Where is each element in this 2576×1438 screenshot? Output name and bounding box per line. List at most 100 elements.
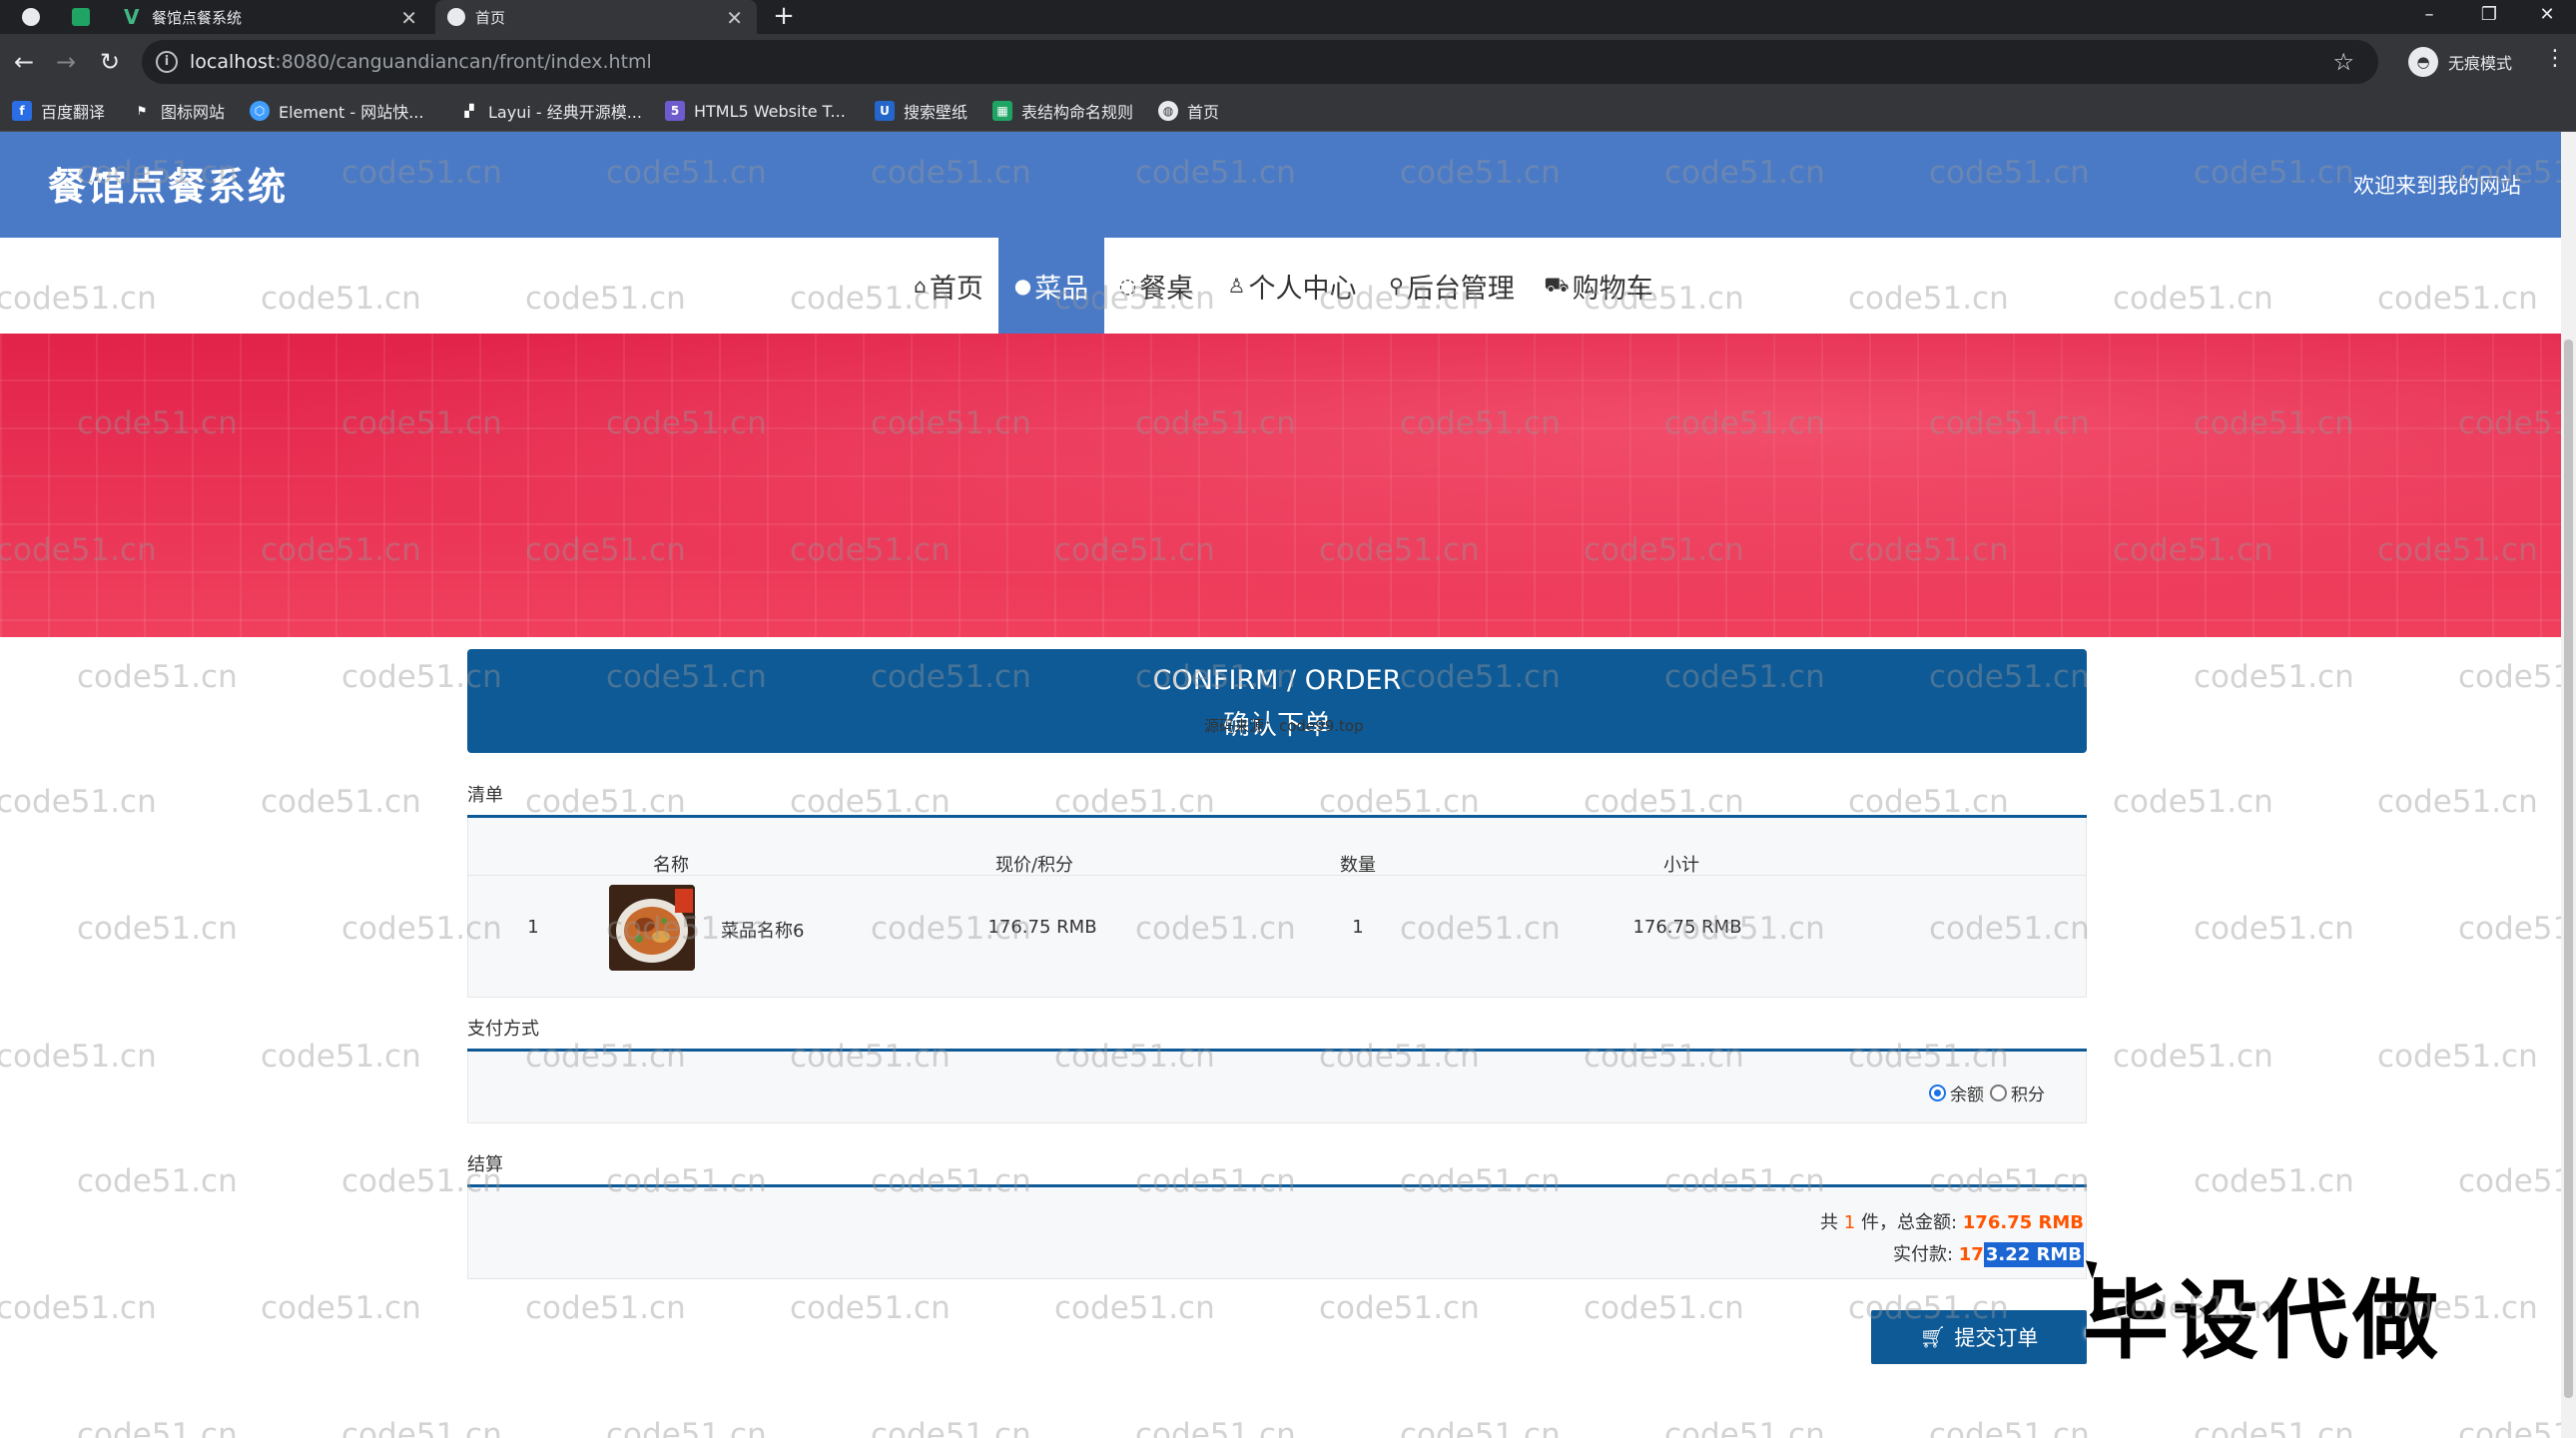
bookmark-table-naming[interactable]: ▦ 表结构命名规则 (992, 96, 1133, 126)
watermark-text: code51.cn (0, 784, 157, 821)
watermark-text: code51.cn (1135, 1417, 1296, 1438)
hero-banner (0, 334, 2561, 637)
payment-panel (467, 1052, 2087, 1123)
summary-count: 1 (1843, 1212, 1856, 1233)
watermark-text: code51.cn (525, 1289, 686, 1326)
layui-icon: ▞ (464, 104, 474, 118)
watermark-text: code51.cn (341, 1417, 502, 1438)
watermark-text: code51.cn (261, 784, 421, 821)
browser-menu-icon[interactable]: ⋮ (2544, 46, 2566, 71)
bookmark-label: 表结构命名规则 (1021, 103, 1134, 122)
watermark-text: code51.cn (871, 1417, 1031, 1438)
watermark-text: code51.cn (2194, 911, 2354, 948)
restore-button[interactable]: ❐ (2464, 0, 2514, 34)
window-close-button[interactable]: ✕ (2522, 0, 2572, 34)
bookmark-star-icon[interactable]: ☆ (2332, 48, 2354, 76)
bookmark-label: HTML5 Website T... (694, 101, 846, 121)
element-icon: ⬡ (250, 101, 270, 121)
bookmark-label: 搜索壁纸 (904, 103, 968, 122)
radio-points[interactable] (1990, 1084, 2007, 1101)
payment-section-label: 支付方式 (467, 1019, 539, 1040)
col-header-price: 现价/积分 (994, 855, 1074, 876)
cart-icon: ⛟ (1544, 272, 1570, 297)
dish-thumbnail[interactable] (609, 885, 695, 971)
bookmark-layui[interactable]: ▞ Layui - 经典开源模... (459, 96, 642, 126)
paid-amount-selected: 3.22 RMB (1983, 1242, 2084, 1267)
address-bar[interactable]: i localhost :8080/canguandiancan/front/i… (142, 40, 2378, 84)
row-index: 1 (527, 917, 539, 938)
back-arrow-icon[interactable]: ← (8, 46, 40, 78)
scrollbar-thumb[interactable] (2564, 340, 2573, 1398)
close-icon[interactable]: ✕ (726, 6, 743, 30)
wallpaper-icon: U (875, 101, 895, 121)
payment-options: 余额 积分 (1929, 1080, 2045, 1105)
watermark-text: code51.cn (2194, 1417, 2354, 1438)
watermark-text: code51.cn (1319, 1289, 1480, 1326)
user-icon: ♙ (1227, 274, 1246, 298)
dish-price: 176.75 RMB (987, 917, 1097, 938)
watermark-text: code51.cn (1584, 1289, 1744, 1326)
watermark-text: code51.cn (77, 659, 238, 695)
tab-canguan[interactable]: V 餐馆点餐系统 ✕ (112, 0, 431, 34)
radio-balance-label: 余额 (1950, 1085, 1984, 1105)
tab-title: 首页 (475, 8, 506, 27)
settle-section-label: 结算 (467, 1154, 503, 1175)
close-icon[interactable]: ✕ (400, 6, 417, 30)
nav-tables[interactable]: ◌ 餐桌 (1108, 238, 1204, 334)
bookmark-wallpaper[interactable]: U 搜索壁纸 (875, 96, 967, 126)
forward-arrow-icon[interactable]: → (50, 46, 82, 78)
incognito-icon: ◓ (2408, 47, 2438, 77)
link-icon: ⚲ (1389, 274, 1404, 298)
watermark-text: code51.cn (0, 1289, 157, 1326)
col-header-qty: 数量 (1340, 855, 1376, 876)
dish-name[interactable]: 菜品名称6 (721, 917, 821, 943)
tab-chrome[interactable] (10, 0, 50, 34)
watermark-text: code51.cn (2113, 784, 2273, 821)
bookmark-icon-site[interactable]: ⚑ 图标网站 (132, 96, 225, 126)
nav-label: 后台管理 (1406, 273, 1515, 305)
bookmark-html5[interactable]: 5 HTML5 Website T... (665, 96, 846, 126)
ad-overlay-text: 毕设代做 (2083, 1271, 2442, 1371)
watermark-text: code51.cn (606, 1417, 767, 1438)
summary-total-amount: 176.75 RMB (1962, 1212, 2084, 1233)
bookmark-element[interactable]: ⬡ Element - 网站快... (250, 96, 423, 126)
radio-balance[interactable] (1929, 1084, 1946, 1101)
main-nav: ⌂ 首页 ● 菜品 ◌ 餐桌 ♙ 个人中心 ⚲ 后台管理 ⛟ 购物车 (0, 238, 2561, 334)
nav-admin[interactable]: ⚲ 后台管理 (1380, 238, 1524, 334)
globe-icon (447, 8, 465, 26)
submit-order-button[interactable]: 🛒︎ 提交订单 (1871, 1310, 2087, 1364)
bookmark-baidu-translate[interactable]: f 百度翻译 (12, 96, 105, 126)
nav-dishes[interactable]: ● 菜品 (998, 238, 1104, 334)
radio-points-label: 积分 (2011, 1085, 2045, 1105)
dish-icon: ● (1013, 274, 1032, 298)
col-header-name: 名称 (653, 855, 689, 876)
reload-icon[interactable]: ↻ (94, 46, 126, 78)
info-icon[interactable]: i (156, 51, 178, 73)
bookmark-home[interactable]: ◍ 首页 (1158, 96, 1219, 126)
url-host: localhost (190, 51, 276, 73)
tab-spreadsheet[interactable] (60, 0, 110, 34)
bookmark-label: 首页 (1187, 103, 1220, 122)
watermark-text: code51.cn (2194, 659, 2354, 695)
minimize-button[interactable]: – (2404, 0, 2454, 34)
baidu-translate-icon: f (12, 101, 32, 121)
new-tab-button[interactable]: + (769, 0, 799, 34)
paid-label: 实付款: (1892, 1244, 1954, 1265)
summary-middle: 件，总金额: (1860, 1212, 1958, 1233)
url-path: :8080/canguandiancan/front/index.html (275, 51, 652, 73)
nav-profile[interactable]: ♙ 个人中心 (1220, 238, 1364, 334)
watermark-text: code51.cn (2377, 784, 2538, 821)
nav-label: 菜品 (1034, 273, 1089, 305)
tab-home[interactable]: 首页 ✕ (435, 0, 757, 34)
spreadsheet-icon (72, 8, 90, 26)
watermark-text: code51.cn (77, 911, 238, 948)
incognito-indicator[interactable]: ◓ 无痕模式 (2408, 44, 2512, 80)
tab-title: 餐馆点餐系统 (152, 8, 243, 27)
list-section-label: 清单 (467, 785, 503, 806)
bookmark-label: Layui - 经典开源模... (488, 103, 642, 122)
col-header-subtotal: 小计 (1663, 855, 1699, 876)
site-title: 餐馆点餐系统 (48, 165, 289, 209)
dish-subtotal: 176.75 RMB (1632, 917, 1742, 938)
nav-home[interactable]: ⌂ 首页 (899, 238, 998, 334)
nav-cart[interactable]: ⛟ 购物车 (1544, 238, 1653, 334)
